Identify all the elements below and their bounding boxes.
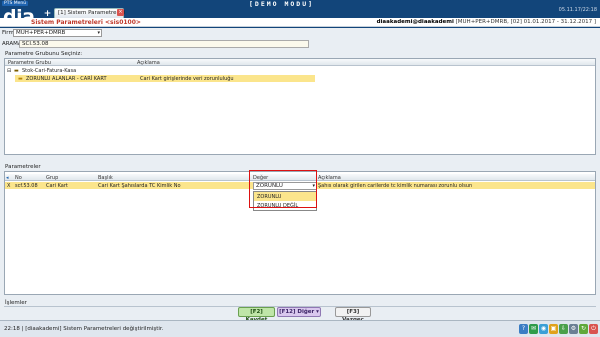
- search-value: SCI.53.08: [22, 41, 49, 47]
- grid-settings-icon[interactable]: ◂: [6, 175, 9, 181]
- cell-aciklama: Şahıs olarak girilen carilerde tc kimlik…: [318, 183, 473, 189]
- row-marker: X: [7, 183, 11, 189]
- search-input[interactable]: SCI.53.08: [19, 40, 309, 48]
- tree-node-group[interactable]: ⊟ ▬ Stok-Cari-Fatura-Kasa: [5, 67, 595, 74]
- refresh-icon[interactable]: ↻: [579, 324, 588, 334]
- firma-value: MUH+PER+DMRB: [16, 30, 66, 36]
- tree-node-label: Stok-Cari-Fatura-Kasa: [22, 68, 77, 74]
- tree-header: Parametre Grubu Açıklama: [5, 59, 595, 66]
- version-label: 05.11.17/22:18: [558, 7, 597, 13]
- window-title-bar: Sistem Parametreleri <sis0100> diaakadem…: [0, 18, 600, 27]
- column-header-grup[interactable]: Grup: [46, 175, 58, 181]
- column-header-no[interactable]: No: [15, 175, 22, 181]
- column-header-aciklama[interactable]: Açıklama: [318, 175, 341, 181]
- lock-icon[interactable]: ▣: [549, 324, 558, 334]
- group-panel-title: Parametre Grubunu Seçiniz:: [5, 51, 83, 57]
- collapse-icon[interactable]: ⊟: [7, 68, 11, 74]
- param-panel-title: Parametreler: [5, 164, 41, 170]
- download-icon[interactable]: ⇩: [559, 324, 568, 334]
- folder-icon: ▬: [14, 68, 19, 74]
- user-context: diaakademi@diaakademi [MUH+PER+DMRB, [02…: [377, 19, 596, 25]
- tab-sistem-parametreleri[interactable]: [1] Sistem Parametreleri: [54, 8, 126, 18]
- chat-icon[interactable]: ✉: [529, 324, 538, 334]
- parameter-group-tree: Parametre Grubu Açıklama ⊟ ▬ Stok-Cari-F…: [4, 58, 596, 155]
- tree-node-description: Cari Kart girişlerinde veri zorunluluğu: [140, 76, 234, 82]
- column-header-group[interactable]: Parametre Grubu: [8, 60, 51, 66]
- firma-select[interactable]: MUH+PER+DMRB ▾: [13, 29, 102, 37]
- world-icon[interactable]: ◉: [539, 324, 548, 334]
- cancel-button[interactable]: [F3] Vazgeç: [335, 307, 371, 323]
- tray-icons: ? ✉ ◉ ▣ ⇩ ⚙ ↻ ⏻: [519, 324, 598, 335]
- period-context: [MUH+PER+DMRB, [02] 01.01.2017 - 31.12.2…: [455, 19, 596, 25]
- status-bar: 22:18 | [diaakademi] Sistem Parametreler…: [0, 320, 600, 337]
- cell-baslik: Cari Kart Şahıslarda TC Kimlik No: [98, 183, 181, 189]
- user-name: diaakademi@diaakademi: [376, 19, 454, 25]
- column-header-description[interactable]: Açıklama: [137, 60, 160, 66]
- status-message: 22:18 | [diaakademi] Sistem Parametreler…: [4, 326, 164, 332]
- power-icon[interactable]: ⏻: [589, 324, 598, 334]
- cell-grup: Cari Kart: [46, 183, 68, 189]
- save-button[interactable]: [F2] Kaydet: [238, 307, 275, 323]
- settings-icon[interactable]: ⚙: [569, 324, 578, 334]
- column-header-baslik[interactable]: Başlık: [98, 175, 113, 181]
- chevron-down-icon[interactable]: ▾: [97, 30, 100, 36]
- other-button[interactable]: [F12] Diğer ▾: [277, 307, 321, 317]
- demo-mode-label: [DEMO MODU]: [249, 0, 315, 8]
- tree-node-label: ZORUNLU ALANLAR - CARİ KART: [26, 76, 107, 82]
- cell-no: scf.53.08: [15, 183, 38, 189]
- folder-icon: ▬: [18, 76, 23, 82]
- tree-node-selected[interactable]: ▬ ZORUNLU ALANLAR - CARİ KART Cari Kart …: [15, 75, 315, 82]
- tab-label: [1] Sistem Parametreleri: [58, 10, 126, 16]
- help-icon[interactable]: ?: [519, 324, 528, 334]
- window-title: Sistem Parametreleri <sis0100>: [31, 19, 141, 26]
- close-tab-icon[interactable]: ×: [117, 9, 124, 16]
- highlight-frame: [249, 170, 317, 208]
